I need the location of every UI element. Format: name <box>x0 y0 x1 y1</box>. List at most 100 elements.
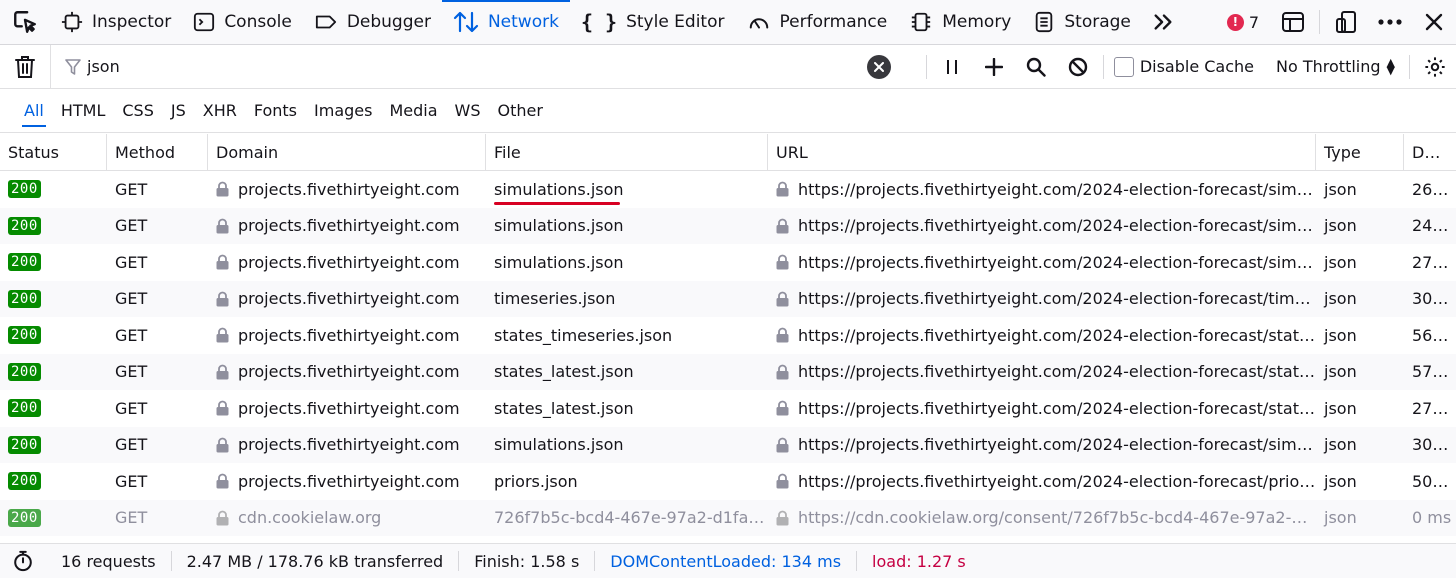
disable-cache-checkbox[interactable] <box>1113 56 1134 77</box>
tab-inspector[interactable]: Inspector <box>50 0 182 44</box>
domain-cell: cdn.cookielaw.org <box>208 500 486 537</box>
type-filter-all[interactable]: All <box>16 97 52 127</box>
url-cell: https://projects.fivethirtyeight.com/202… <box>768 317 1316 354</box>
url-cell: https://projects.fivethirtyeight.com/202… <box>768 171 1316 208</box>
column-header-type[interactable]: Type <box>1316 134 1404 170</box>
type-filter-ws[interactable]: WS <box>447 97 489 124</box>
domain-cell: projects.fivethirtyeight.com <box>208 390 486 427</box>
more-options-button[interactable] <box>1368 0 1412 45</box>
clear-requests-button[interactable] <box>0 55 50 79</box>
inspector-icon <box>61 11 83 33</box>
status-badge: 200 <box>8 508 41 527</box>
column-header-domain[interactable]: Domain <box>208 134 486 170</box>
pause-recording-button[interactable] <box>931 45 973 89</box>
url-text: https://projects.fivethirtyeight.com/202… <box>798 216 1316 236</box>
file-cell: states_timeseries.json <box>486 317 768 354</box>
tab-performance[interactable]: Performance <box>736 0 899 44</box>
request-row[interactable]: 200 GET projects.fivethirtyeight.com states… <box>0 317 1456 354</box>
plus-icon <box>984 57 1003 76</box>
tab-storage[interactable]: Storage <box>1022 0 1142 44</box>
status-cell: 200 <box>0 427 107 464</box>
column-header-file[interactable]: File <box>486 134 768 170</box>
tab-debugger[interactable]: Debugger <box>303 0 442 44</box>
duration-cell: 0 ms <box>1412 508 1452 528</box>
transferred-size: 2.47 MB / 178.76 kB transferred <box>172 551 460 571</box>
url-text: https://projects.fivethirtyeight.com/202… <box>798 362 1316 382</box>
request-row[interactable]: 200 GET projects.fivethirtyeight.com states… <box>0 390 1456 427</box>
filter-icon <box>65 58 81 75</box>
method-cell: GET <box>115 435 148 455</box>
search-button[interactable] <box>1015 45 1057 89</box>
memory-icon <box>912 12 931 32</box>
url-text: https://cdn.cookielaw.org/consent/726f7b… <box>798 508 1316 528</box>
type-cell: json <box>1324 508 1357 528</box>
column-header-url[interactable]: URL <box>768 134 1316 170</box>
column-header-status[interactable]: Status <box>0 134 107 170</box>
tab-label: Memory <box>942 12 1012 32</box>
tab-console[interactable]: Console <box>182 0 303 44</box>
split-console-button[interactable] <box>1271 0 1315 45</box>
clear-filter-button[interactable] <box>867 54 891 79</box>
request-row[interactable]: 200 GET projects.fivethirtyeight.com simula… <box>0 207 1456 245</box>
column-header-duration[interactable]: D… <box>1404 134 1456 170</box>
column-header-method[interactable]: Method <box>107 134 208 170</box>
url-cell: https://projects.fivethirtyeight.com/202… <box>768 281 1316 318</box>
domain-text: projects.fivethirtyeight.com <box>238 435 460 455</box>
method-cell: GET <box>115 508 148 528</box>
status-cell: 200 <box>0 390 107 427</box>
performance-analysis-button[interactable] <box>0 550 46 572</box>
responsive-design-button[interactable] <box>1324 0 1368 45</box>
status-cell: 200 <box>0 463 107 500</box>
lock-icon <box>216 254 229 270</box>
disable-cache-toggle[interactable]: Disable Cache <box>1113 56 1254 77</box>
tab-label: Debugger <box>346 12 431 32</box>
network-icon <box>453 11 479 33</box>
element-picker-button[interactable] <box>0 0 50 44</box>
close-devtools-button[interactable] <box>1412 0 1456 45</box>
url-cell: https://projects.fivethirtyeight.com/202… <box>768 244 1316 281</box>
status-badge: 200 <box>8 362 41 381</box>
filter-urls-input[interactable] <box>87 57 867 76</box>
tab-memory[interactable]: Memory <box>898 0 1022 44</box>
request-row[interactable]: 200 GET projects.fivethirtyeight.com states… <box>0 353 1456 391</box>
double-chevron-right-icon <box>1154 14 1172 30</box>
status-cell: 200 <box>0 208 107 245</box>
request-row[interactable]: 200 GET cdn.cookielaw.org 726f7b5c-bcd4-467… <box>0 499 1456 537</box>
error-count-button[interactable]: ! 7 <box>1226 13 1259 32</box>
type-cell: json <box>1324 179 1357 199</box>
type-cell: json <box>1324 362 1357 382</box>
type-cell: json <box>1324 435 1357 455</box>
request-count: 16 requests <box>46 551 172 571</box>
type-filter-xhr[interactable]: XHR <box>195 97 245 124</box>
duration-cell: 27… <box>1412 252 1449 272</box>
close-icon <box>1425 13 1443 31</box>
request-row[interactable]: 200 GET projects.fivethirtyeight.com timese… <box>0 280 1456 318</box>
dom-content-loaded-time: DOMContentLoaded: 134 ms <box>595 551 858 571</box>
type-filter-images[interactable]: Images <box>306 97 380 124</box>
type-filter-other[interactable]: Other <box>490 97 551 124</box>
type-filter-js[interactable]: JS <box>163 97 194 124</box>
request-row[interactable]: 200 GET projects.fivethirtyeight.com simula… <box>0 171 1456 208</box>
throttling-select[interactable]: No Throttling ▲ ▼ <box>1268 57 1405 77</box>
tab-network[interactable]: Network <box>441 0 570 44</box>
type-filter-fonts[interactable]: Fonts <box>246 97 305 124</box>
request-row[interactable]: 200 GET projects.fivethirtyeight.com priors… <box>0 463 1456 500</box>
status-badge: 200 <box>8 435 41 454</box>
request-row[interactable]: 200 GET projects.fivethirtyeight.com simula… <box>0 426 1456 464</box>
network-settings-button[interactable] <box>1414 45 1456 89</box>
request-row[interactable]: 200 GET projects.fivethirtyeight.com simula… <box>0 244 1456 281</box>
block-requests-button[interactable] <box>1057 45 1099 89</box>
domain-text: cdn.cookielaw.org <box>238 508 382 528</box>
lock-icon <box>776 254 789 270</box>
storage-icon <box>1036 11 1053 33</box>
url-text: https://projects.fivethirtyeight.com/202… <box>798 398 1316 418</box>
type-filter-media[interactable]: Media <box>381 97 445 124</box>
more-tools-button[interactable] <box>1142 0 1184 44</box>
domain-cell: projects.fivethirtyeight.com <box>208 427 486 464</box>
type-filter-html[interactable]: HTML <box>53 97 114 124</box>
url-cell: https://cdn.cookielaw.org/consent/726f7b… <box>768 500 1316 537</box>
type-filter-css[interactable]: CSS <box>114 97 161 124</box>
tab-style-editor[interactable]: { } Style Editor <box>570 0 736 44</box>
url-cell: https://projects.fivethirtyeight.com/202… <box>768 354 1316 391</box>
new-request-button[interactable] <box>973 45 1015 89</box>
